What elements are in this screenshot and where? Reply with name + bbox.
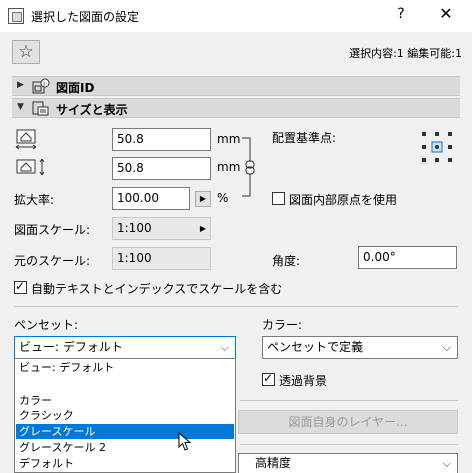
auto-scale-checkbox[interactable] [14, 279, 27, 294]
drawing-scale-value: 1:100 [117, 221, 152, 235]
auto-scale-label: 自動テキストとインデックスでスケールを含む [31, 282, 283, 296]
section-drawing-id[interactable]: ▶ i 図面ID [12, 76, 460, 96]
scale-unit: % [217, 191, 229, 205]
divider [240, 400, 458, 401]
drawing-scale-label: 図面スケール: [14, 223, 91, 237]
height-icon [16, 158, 45, 176]
chevron-down-icon: ⌵ [220, 341, 229, 354]
chevron-down-icon: ⌵ [442, 457, 451, 470]
original-scale-field: 1:100 [112, 247, 211, 270]
original-scale-label: 元のスケール: [14, 254, 91, 268]
anchor-point-selector[interactable] [421, 131, 453, 163]
quality-value: 高精度 [255, 456, 292, 470]
pen-set-option[interactable] [16, 376, 234, 391]
width-unit: mm [217, 132, 241, 146]
anchor-point-label: 配置基準点: [272, 131, 337, 145]
scale-arrow-button[interactable]: ▶ [195, 191, 211, 207]
section-title: 図面ID [56, 81, 95, 95]
window-title: 選択した図面の設定 [31, 10, 140, 24]
help-button[interactable]: ? [393, 6, 409, 22]
divider [240, 444, 458, 445]
size-display-icon [32, 101, 49, 116]
width-icon [15, 129, 37, 150]
use-origin-checkbox[interactable] [272, 192, 285, 205]
pen-set-option[interactable]: カラー [16, 393, 234, 408]
transparent-bg-label: 透過背景 [279, 374, 328, 388]
height-field[interactable]: 50.8 [112, 157, 211, 180]
selection-info: 選択内容:1 編集可能:1 [349, 47, 462, 60]
pen-set-option[interactable]: グレースケール 2 [16, 440, 234, 455]
scale-label: 拡大率: [14, 193, 55, 207]
section-title: サイズと表示 [56, 103, 128, 117]
collapse-arrow-icon: ▼ [17, 102, 24, 112]
quality-dropdown[interactable]: 高精度 ⌵ [238, 453, 458, 473]
drawing-layers-button[interactable]: 図面自身のレイヤー... [238, 410, 458, 434]
angle-field[interactable]: 0.00° [358, 246, 457, 269]
pen-set-value: ビュー: デフォルト [19, 340, 123, 354]
drawing-id-icon: i [32, 78, 50, 94]
pen-set-label: ペンセット: [14, 318, 79, 332]
height-unit: mm [217, 160, 241, 174]
divider [14, 306, 458, 307]
drawing-scale-field[interactable]: 1:100 ▶ [112, 217, 211, 240]
transparent-bg-checkbox[interactable] [262, 371, 275, 386]
color-label: カラー: [262, 318, 303, 332]
width-field[interactable]: 50.8 [112, 128, 211, 151]
color-value: ペンセットで定義 [267, 340, 364, 354]
expand-arrow-icon: ▶ [17, 80, 24, 90]
favorites-star-button[interactable]: ☆ [12, 40, 40, 64]
drawing-scale-arrow-icon: ▶ [199, 224, 206, 233]
mouse-cursor-icon [178, 432, 192, 451]
chevron-down-icon: ⌵ [442, 341, 451, 354]
chain-link-icon[interactable] [240, 136, 258, 198]
scale-field[interactable]: 100.00 [112, 187, 190, 210]
pen-set-options-list: ビュー: デフォルト カラー クラシック グレースケール グレースケール 2 デ… [14, 358, 236, 473]
pen-set-dropdown[interactable]: ビュー: デフォルト ⌵ [14, 336, 236, 359]
use-origin-label: 図面内部原点を使用 [289, 193, 398, 207]
angle-label: 角度: [272, 254, 301, 268]
color-dropdown[interactable]: ペンセットで定義 ⌵ [262, 336, 458, 359]
section-size-display[interactable]: ▼ サイズと表示 [12, 98, 460, 118]
pen-set-option[interactable]: クラシック [16, 408, 234, 423]
title-bar: 選択した図面の設定 ? ✕ [0, 0, 472, 32]
app-icon [8, 8, 24, 24]
pen-set-option-highlighted[interactable]: グレースケール [16, 424, 234, 439]
pen-set-option[interactable]: デフォルト [16, 456, 234, 471]
pen-set-option[interactable]: ビュー: デフォルト [16, 360, 234, 375]
close-button[interactable]: ✕ [436, 4, 456, 23]
